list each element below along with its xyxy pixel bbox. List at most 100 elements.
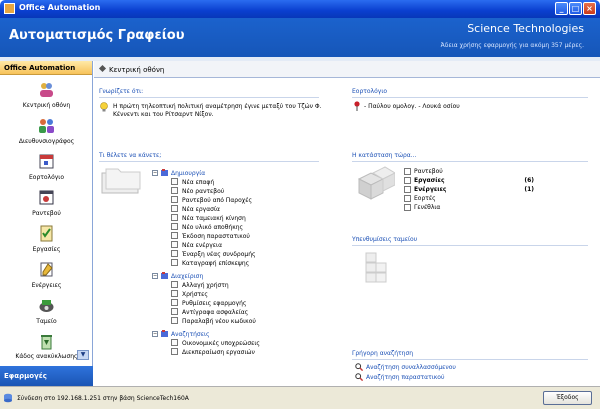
- status-row-appointments[interactable]: Ραντεβού: [404, 168, 544, 177]
- status-count: (1): [524, 186, 534, 193]
- collapse-toggle[interactable]: −: [152, 273, 158, 279]
- action-label: Αλλαγή χρήστη: [182, 282, 229, 289]
- action-label: Έκδοση παραστατικού: [182, 233, 250, 240]
- appointment-icon: [171, 187, 178, 194]
- action-icon: [171, 241, 178, 248]
- sidebar-item-label: Ενέργειες: [31, 282, 62, 289]
- sidebar-item-label: Ταμείο: [36, 318, 57, 325]
- sidebar-item-cashbox[interactable]: Ταμείο: [0, 295, 93, 331]
- sidebar-header[interactable]: Office Automation: [0, 61, 92, 75]
- sidebar-item-label: Ραντεβού: [32, 210, 61, 217]
- license-notice: Άδεια χρήσης εφαρμογής για ακόμη 357 μέρ…: [440, 42, 584, 49]
- sidebar-item-tasks[interactable]: Εργασίες: [0, 223, 93, 259]
- recycle-bin-icon: [41, 335, 52, 350]
- group-folder-icon: [161, 272, 168, 279]
- section-divider: [99, 97, 319, 98]
- sidebar: Office Automation Κεντρική οθόνη Διευθυν…: [0, 61, 93, 386]
- sidebar-item-name-days[interactable]: Εορτολόγιο: [0, 151, 93, 187]
- sidebar-item-home[interactable]: Κεντρική οθόνη: [0, 79, 93, 115]
- cash-stack-illustration-icon: [365, 252, 387, 283]
- maximize-button[interactable]: □: [569, 2, 582, 15]
- search-document-link[interactable]: Αναζήτηση παραστατικού: [366, 374, 444, 381]
- window-title: Office Automation: [19, 3, 101, 12]
- task-icon: [171, 205, 178, 212]
- close-button[interactable]: ×: [583, 2, 596, 15]
- sidebar-item-appointments[interactable]: Ραντεβού: [0, 187, 93, 223]
- action-label: Νέο υλικό αποθήκης: [182, 224, 244, 231]
- backup-icon: [171, 308, 178, 315]
- tasks-icon: [40, 225, 53, 242]
- tree-group-label: Διαχείριση: [171, 273, 204, 280]
- status-row-feasts[interactable]: Εορτές: [404, 195, 544, 204]
- actions-icon: [40, 262, 53, 277]
- exit-button[interactable]: Έξοδος: [543, 391, 592, 405]
- status-label: Ραντεβού: [414, 168, 443, 175]
- status-boxes-illustration-icon: [357, 166, 395, 200]
- status-label: Ενέργειες: [414, 186, 447, 193]
- database-connection-icon: [4, 393, 12, 403]
- connection-status-text: Σύνδεση στο 192.168.1.251 στην βάση Scie…: [17, 395, 189, 402]
- lightbulb-icon: [100, 102, 108, 112]
- quick-search-title: Γρήγορη αναζήτηση: [352, 350, 414, 357]
- section-divider: [352, 245, 588, 246]
- sidebar-scroll-down-button[interactable]: ▼: [77, 350, 89, 360]
- user-switch-icon: [171, 281, 178, 288]
- section-divider: [99, 161, 319, 162]
- sidebar-item-label: Διευθυνσιογράφος: [18, 138, 75, 145]
- warehouse-icon: [171, 223, 178, 230]
- app-header: Αυτοματισμός Γραφείου Science Technologi…: [0, 18, 600, 57]
- status-label: Γενέθλια: [414, 204, 441, 211]
- minimize-button[interactable]: _: [555, 2, 568, 15]
- cash-reminders-title: Υπενθυμίσεις ταμείου: [352, 236, 418, 243]
- did-you-know-text-line2: Κέννεντι και του Ρίτσαρντ Νίξον.: [113, 111, 214, 118]
- app-icon: [4, 3, 15, 14]
- action-label: Οικονομικές υποχρεώσεις: [182, 340, 260, 347]
- sidebar-item-recycle-bin[interactable]: Κάδος ανακύκλωσης: [0, 331, 93, 367]
- key-icon: [171, 317, 178, 324]
- status-row-actions[interactable]: Ενέργειες (1): [404, 186, 544, 195]
- action-label: Χρήστες: [182, 291, 208, 298]
- status-now-title: Η κατάσταση τώρα...: [352, 152, 417, 159]
- visit-icon: [171, 259, 178, 266]
- search-counterparty-link[interactable]: Αναζήτηση συναλλασσόμενου: [366, 364, 456, 371]
- what-to-do-title: Τι θέλετε να κάνετε;: [99, 152, 162, 159]
- section-divider: [352, 161, 588, 162]
- action-label: Αντίγραφα ασφαλείας: [182, 309, 249, 316]
- breadcrumb: Κεντρική οθόνη: [94, 61, 600, 78]
- status-row-birthdays[interactable]: Γενέθλια: [404, 204, 544, 213]
- users-icon: [171, 290, 178, 297]
- sidebar-item-label: Εορτολόγιο: [28, 174, 65, 181]
- action-label: Ραντεβού από Παροχές: [182, 197, 252, 204]
- sidebar-footer-applications[interactable]: Εφαρμογές: [0, 366, 93, 386]
- cash-icon: [171, 214, 178, 221]
- status-label: Εργασίες: [414, 177, 445, 184]
- action-label: Ρυθμίσεις εφαρμογής: [182, 300, 247, 307]
- contact-card-icon: [171, 178, 178, 185]
- title-bar: Office Automation _ □ ×: [0, 0, 600, 18]
- action-label: Έναρξη νέας συνδρομής: [182, 251, 256, 258]
- contacts-icon: [39, 119, 54, 133]
- collapse-toggle[interactable]: −: [152, 331, 158, 337]
- breadcrumb-diamond-icon: [98, 64, 107, 73]
- tree-group-label: Δημιουργία: [171, 170, 206, 177]
- collapse-toggle[interactable]: −: [152, 170, 158, 176]
- breadcrumb-text: Κεντρική οθόνη: [109, 66, 165, 74]
- sidebar-item-contacts[interactable]: Διευθυνσιογράφος: [0, 115, 93, 151]
- action-label: Καταγραφή επίσκεψης: [182, 260, 250, 267]
- sidebar-item-label: Κεντρική οθόνη: [22, 102, 71, 109]
- sidebar-item-actions[interactable]: Ενέργειες: [0, 259, 93, 295]
- app-title: Αυτοματισμός Γραφείου: [9, 28, 185, 43]
- document-icon: [171, 232, 178, 239]
- finance-icon: [171, 339, 178, 346]
- company-name: Science Technologies: [467, 22, 584, 35]
- subscription-icon: [171, 250, 178, 257]
- search-icon: [355, 363, 363, 371]
- cashbox-icon: [39, 300, 54, 312]
- status-row-tasks[interactable]: Εργασίες (6): [404, 177, 544, 186]
- user-group-icon: [40, 83, 53, 97]
- group-folder-icon: [161, 169, 168, 176]
- appointment-icon: [39, 190, 54, 205]
- main-content: Κεντρική οθόνη Γνωρίζετε ότι: Η πρώτη τη…: [94, 61, 600, 386]
- task-icon: [404, 177, 411, 184]
- status-list: Ραντεβού Εργασίες (6) Ενέργειες (1) Εορτές…: [404, 168, 544, 218]
